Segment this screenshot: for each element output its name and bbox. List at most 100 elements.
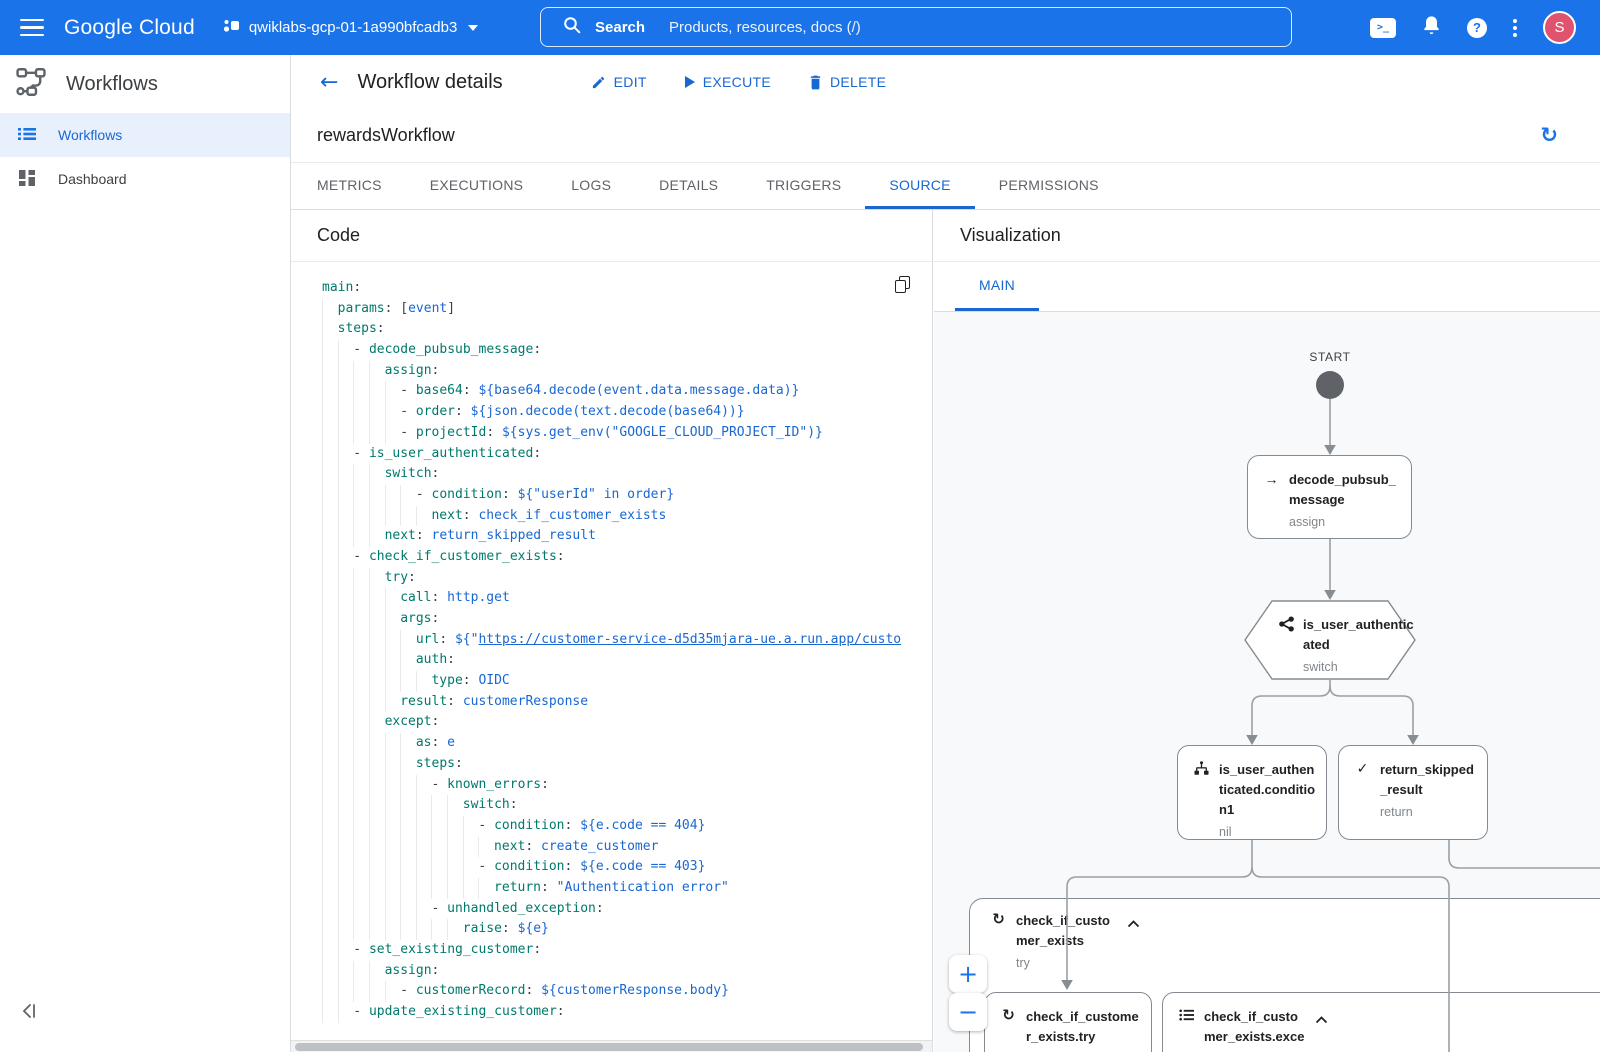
code-line: - condition: ${"userId" in order} bbox=[322, 485, 932, 506]
sidebar-item-dashboard[interactable]: Dashboard bbox=[0, 157, 290, 201]
node-decode-pubsub-message[interactable]: → decode_pubsub_message assign bbox=[1247, 455, 1412, 539]
code-line: - order: ${json.decode(text.decode(base6… bbox=[322, 402, 932, 423]
app-bar: Google Cloud qwiklabs-gcp-01-1a990bfcadb… bbox=[0, 0, 1600, 55]
code-panel-title: Code bbox=[291, 210, 932, 262]
code-line: steps: bbox=[322, 319, 932, 340]
code-line: - customerRecord: ${customerResponse.bod… bbox=[322, 981, 932, 1002]
code-line: - unhandled_exception: bbox=[322, 899, 932, 920]
list-icon bbox=[18, 125, 36, 146]
code-line: - projectId: ${sys.get_env("GOOGLE_CLOUD… bbox=[322, 423, 932, 444]
chevron-down-icon bbox=[468, 25, 478, 31]
play-icon bbox=[685, 76, 695, 88]
tab-source[interactable]: SOURCE bbox=[865, 163, 974, 209]
tab-triggers[interactable]: TRIGGERS bbox=[742, 163, 865, 209]
menu-icon[interactable] bbox=[20, 19, 44, 37]
tab-logs[interactable]: LOGS bbox=[547, 163, 635, 209]
condition-tree-icon bbox=[1193, 761, 1210, 779]
code-line: switch: bbox=[322, 795, 932, 816]
node-check-if-customer-exists-except[interactable]: check_if_customer_exists.except bbox=[1162, 992, 1600, 1052]
workflow-diagram-canvas[interactable]: START ↻ check_if_customer_exists bbox=[934, 312, 1600, 1052]
sidebar-item-label: Workflows bbox=[58, 127, 122, 143]
scrollbar-thumb[interactable] bbox=[295, 1043, 923, 1051]
node-title: is_user_authenticated.condition1 bbox=[1219, 762, 1315, 817]
code-line: assign: bbox=[322, 361, 932, 382]
avatar[interactable]: S bbox=[1543, 11, 1576, 44]
workflows-product-icon bbox=[14, 65, 48, 104]
back-arrow-icon[interactable]: ← bbox=[320, 70, 338, 95]
sidebar-item-label: Dashboard bbox=[58, 171, 127, 187]
code-line: as: e bbox=[322, 733, 932, 754]
node-title: return_skipped_result bbox=[1380, 762, 1474, 797]
workflow-name: rewardsWorkflow bbox=[317, 125, 455, 146]
node-is-user-authenticated-condition1[interactable]: is_user_authenticated.condition1 nil bbox=[1177, 745, 1327, 840]
code-line: args: bbox=[322, 609, 932, 630]
start-label: START bbox=[1290, 350, 1370, 364]
code-line: - condition: ${e.code == 403} bbox=[322, 857, 932, 878]
execute-button[interactable]: EXECUTE bbox=[685, 74, 771, 90]
tab-main[interactable]: MAIN bbox=[955, 262, 1039, 311]
zoom-out-button[interactable]: − bbox=[949, 993, 987, 1031]
code-line: - condition: ${e.code == 404} bbox=[322, 816, 932, 837]
code-line: switch: bbox=[322, 464, 932, 485]
node-subtitle: assign bbox=[1289, 515, 1401, 529]
project-name: qwiklabs-gcp-01-1a990bfcadb3 bbox=[249, 19, 457, 36]
more-options-icon[interactable] bbox=[1513, 19, 1517, 37]
code-line: main: bbox=[322, 278, 932, 299]
tab-executions[interactable]: EXECUTIONS bbox=[406, 163, 548, 209]
help-icon[interactable]: ? bbox=[1467, 18, 1487, 38]
collapse-chevron-icon[interactable] bbox=[1315, 1011, 1328, 1052]
horizontal-scrollbar[interactable] bbox=[291, 1040, 932, 1052]
node-subtitle: return bbox=[1380, 805, 1477, 819]
code-line: url: ${"https://customer-service-d5d35mj… bbox=[322, 630, 932, 651]
sidebar: Workflows Workflows Dashboard bbox=[0, 55, 291, 1052]
sidebar-product-title: Workflows bbox=[66, 73, 158, 96]
tab-details[interactable]: DETAILS bbox=[635, 163, 742, 209]
project-icon bbox=[223, 17, 240, 38]
collapse-sidebar-icon[interactable] bbox=[20, 1001, 40, 1026]
code-line: - decode_pubsub_message: bbox=[322, 340, 932, 361]
search-label: Search bbox=[595, 19, 645, 36]
code-line: - is_user_authenticated: bbox=[322, 444, 932, 465]
visualization-panel-title: Visualization bbox=[934, 210, 1600, 262]
check-icon: ✓ bbox=[1354, 761, 1371, 777]
node-is-user-authenticated[interactable]: is_user_authenticated switch bbox=[1244, 600, 1416, 680]
tab-metrics[interactable]: METRICS bbox=[293, 163, 406, 209]
switch-branch-icon bbox=[1278, 616, 1295, 674]
cloud-shell-icon[interactable]: >_ bbox=[1370, 18, 1396, 38]
node-check-if-customer-exists-try[interactable]: ↻ check_if_customer_exists.try bbox=[984, 992, 1152, 1052]
sidebar-item-workflows[interactable]: Workflows bbox=[0, 113, 290, 157]
code-line: assign: bbox=[322, 961, 932, 982]
pencil-icon bbox=[591, 75, 606, 90]
collapse-chevron-icon[interactable] bbox=[1127, 915, 1140, 951]
node-subtitle: switch bbox=[1303, 660, 1416, 674]
retry-icon: ↻ bbox=[990, 912, 1007, 970]
google-cloud-logo[interactable]: Google Cloud bbox=[64, 16, 195, 40]
node-title: check_if_customer_exists bbox=[1016, 911, 1120, 951]
code-line: - set_existing_customer: bbox=[322, 940, 932, 961]
zoom-in-button[interactable]: + bbox=[949, 955, 987, 993]
list-icon bbox=[1178, 1008, 1195, 1025]
code-line: call: http.get bbox=[322, 588, 932, 609]
tab-permissions[interactable]: PERMISSIONS bbox=[975, 163, 1123, 209]
assign-arrow-icon: → bbox=[1263, 471, 1280, 487]
notifications-bell-icon[interactable] bbox=[1422, 15, 1441, 40]
edit-button[interactable]: EDIT bbox=[591, 74, 647, 90]
code-line: auth: bbox=[322, 650, 932, 671]
code-line: params: [event] bbox=[322, 299, 932, 320]
source-panels: Code main:params: [event]steps:- decode_… bbox=[291, 210, 1600, 1052]
node-title: check_if_customer_exists.try bbox=[1026, 1009, 1139, 1044]
copy-code-icon[interactable] bbox=[895, 276, 910, 293]
search-input[interactable]: Search Products, resources, docs (/) bbox=[540, 7, 1292, 47]
code-editor[interactable]: main:params: [event]steps:- decode_pubsu… bbox=[291, 262, 932, 1040]
delete-button[interactable]: DELETE bbox=[809, 74, 886, 90]
main-content: ← Workflow details EDIT EXECUTE DELETE ↻… bbox=[291, 55, 1600, 1052]
code-line: result: customerResponse bbox=[322, 692, 932, 713]
project-selector[interactable]: qwiklabs-gcp-01-1a990bfcadb3 bbox=[223, 17, 478, 38]
page-header: ← Workflow details EDIT EXECUTE DELETE bbox=[291, 55, 1600, 109]
node-return-skipped-result[interactable]: ✓ return_skipped_result return bbox=[1338, 745, 1488, 840]
refresh-icon[interactable]: ↻ bbox=[1540, 123, 1558, 147]
app-bar-actions: >_ ? S bbox=[1370, 0, 1600, 55]
code-line: return: "Authentication error" bbox=[322, 878, 932, 899]
visualization-panel: Visualization MAIN START ↻ check_if_cust… bbox=[934, 210, 1600, 1052]
code-line: next: return_skipped_result bbox=[322, 526, 932, 547]
